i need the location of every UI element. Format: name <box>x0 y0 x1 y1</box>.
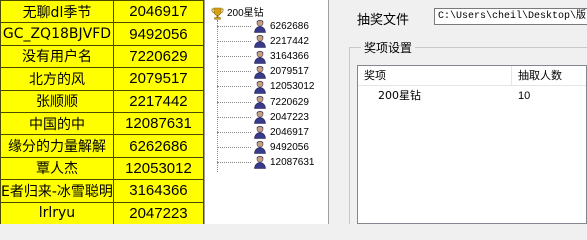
table-row: 无聊dl季节 2046917 <box>0 0 204 24</box>
tree-branch-line <box>217 26 251 27</box>
tree-child-label: 7220629 <box>270 96 309 108</box>
tree-branch-line <box>217 56 251 58</box>
cell-nickname[interactable]: E者归来-冰雪聪明 <box>0 179 114 203</box>
cell-user-id[interactable]: 2047223 <box>112 201 204 224</box>
table-row: lrlryu 2047223 <box>0 201 204 224</box>
cell-user-id[interactable]: 2217442 <box>112 89 204 113</box>
user-icon <box>254 110 266 124</box>
tree-child-node[interactable]: 7220629 <box>253 95 309 110</box>
cell-nickname[interactable]: 缘分的力量解解 <box>0 134 114 158</box>
user-icon <box>254 95 266 109</box>
user-icon <box>254 50 266 64</box>
tree-child-node[interactable]: 2046917 <box>253 125 309 140</box>
cell-user-id[interactable]: 7220629 <box>112 44 204 69</box>
tree-branch-line <box>217 116 251 118</box>
cell-nickname[interactable]: GC_ZQ18BJVFD <box>0 22 114 46</box>
cell-nickname[interactable]: 北方的风 <box>0 67 114 91</box>
user-icon <box>254 20 266 34</box>
list-header: 奖项 抽取人数 <box>358 66 586 86</box>
user-icon <box>254 80 266 94</box>
tree-child-node[interactable]: 6262686 <box>253 19 309 34</box>
table-row: 缘分的力量解解 6262686 <box>0 134 204 158</box>
cell-user-id[interactable]: 2079517 <box>112 67 204 91</box>
trophy-icon <box>211 7 224 20</box>
list-row[interactable]: 200星钻 10 <box>358 87 586 105</box>
tree-child-node[interactable]: 12087631 <box>253 155 315 170</box>
user-icon <box>254 35 266 49</box>
prize-list-view[interactable]: 奖项 抽取人数 200星钻 10 <box>357 65 587 224</box>
tree-child-label: 2047223 <box>270 111 309 123</box>
prize-name: 200星钻 <box>378 89 421 102</box>
tree-child-label: 2046917 <box>270 126 309 138</box>
cell-nickname[interactable]: 张顺顺 <box>0 89 114 113</box>
tree-branch-line <box>217 101 251 103</box>
tree-child-label: 3164366 <box>270 51 309 63</box>
lottery-file-path-field[interactable]: C:\Users\cheil\Desktop\版 <box>434 8 587 25</box>
tree-child-node[interactable]: 9492056 <box>253 140 309 155</box>
tree-child-node[interactable]: 3164366 <box>253 49 309 64</box>
cell-nickname[interactable]: 覃人杰 <box>0 156 114 181</box>
table-row: 张顺顺 2217442 <box>0 89 204 113</box>
cell-user-id[interactable]: 12053012 <box>112 156 204 181</box>
column-header-count[interactable]: 抽取人数 <box>512 66 586 85</box>
tree-child-node[interactable]: 2079517 <box>253 64 309 79</box>
cell-user-id[interactable]: 12087631 <box>112 111 204 136</box>
cell-nickname[interactable]: 中国的中 <box>0 111 114 136</box>
table-row: 覃人杰 12053012 <box>0 156 204 181</box>
winner-table: 无聊dl季节 2046917 GC_ZQ18BJVFD 9492056 没有用户名 722… <box>0 0 204 224</box>
table-row: E者归来-冰雪聪明 3164366 <box>0 179 204 203</box>
tree-child-node[interactable]: 2217442 <box>253 34 309 49</box>
table-row: 中国的中 12087631 <box>0 111 204 136</box>
tree-child-node[interactable]: 12053012 <box>253 79 315 94</box>
user-icon <box>254 65 266 79</box>
column-header-prize[interactable]: 奖项 <box>358 66 512 85</box>
table-row: 北方的风 2079517 <box>0 67 204 91</box>
table-row: GC_ZQ18BJVFD 9492056 <box>0 22 204 46</box>
tree-child-label: 12053012 <box>270 81 315 93</box>
tree-child-label: 12087631 <box>270 156 315 168</box>
cell-nickname[interactable]: 没有用户名 <box>0 44 114 69</box>
user-icon <box>254 125 266 139</box>
tree-branch-line <box>217 86 251 88</box>
group-border-left <box>349 47 350 224</box>
tree-child-label: 2217442 <box>270 36 309 48</box>
tree-child-label: 9492056 <box>270 141 309 153</box>
table-row: 没有用户名 7220629 <box>0 44 204 69</box>
tree-connector-line <box>217 20 218 172</box>
tree-branch-line <box>217 146 251 148</box>
cell-user-id[interactable]: 3164366 <box>112 179 204 203</box>
spreadsheet-grid[interactable]: 无聊dl季节 2046917 GC_ZQ18BJVFD 9492056 没有用户名 722… <box>0 0 204 224</box>
cell-user-id[interactable]: 2046917 <box>112 0 204 24</box>
tree-branch-line <box>217 131 251 133</box>
cell-user-id[interactable]: 6262686 <box>112 134 204 158</box>
settings-panel: 抽奖文件 C:\Users\cheil\Desktop\版 奖项设置 奖项 抽取… <box>329 0 587 224</box>
tree-child-label: 2079517 <box>270 66 309 78</box>
cell-user-id[interactable]: 9492056 <box>112 22 204 46</box>
user-icon <box>254 141 266 154</box>
prize-tree[interactable]: 200星钻 6262686 2217442 3164366 2079517 120530… <box>204 0 329 224</box>
tree-child-label: 6262686 <box>270 21 309 32</box>
lottery-file-label: 抽奖文件 <box>357 13 410 28</box>
cell-nickname[interactable]: 无聊dl季节 <box>0 0 114 24</box>
tree-branch-line <box>217 41 251 43</box>
tree-branch-line <box>217 161 251 163</box>
user-icon <box>254 156 266 170</box>
tree-branch-line <box>217 71 251 73</box>
cell-nickname[interactable]: lrlryu <box>0 201 114 224</box>
tree-child-node[interactable]: 2047223 <box>253 110 309 125</box>
prize-count: 10 <box>518 90 531 102</box>
tree-root-label: 200星钻 <box>227 8 264 19</box>
prize-settings-group-title: 奖项设置 <box>361 39 416 56</box>
